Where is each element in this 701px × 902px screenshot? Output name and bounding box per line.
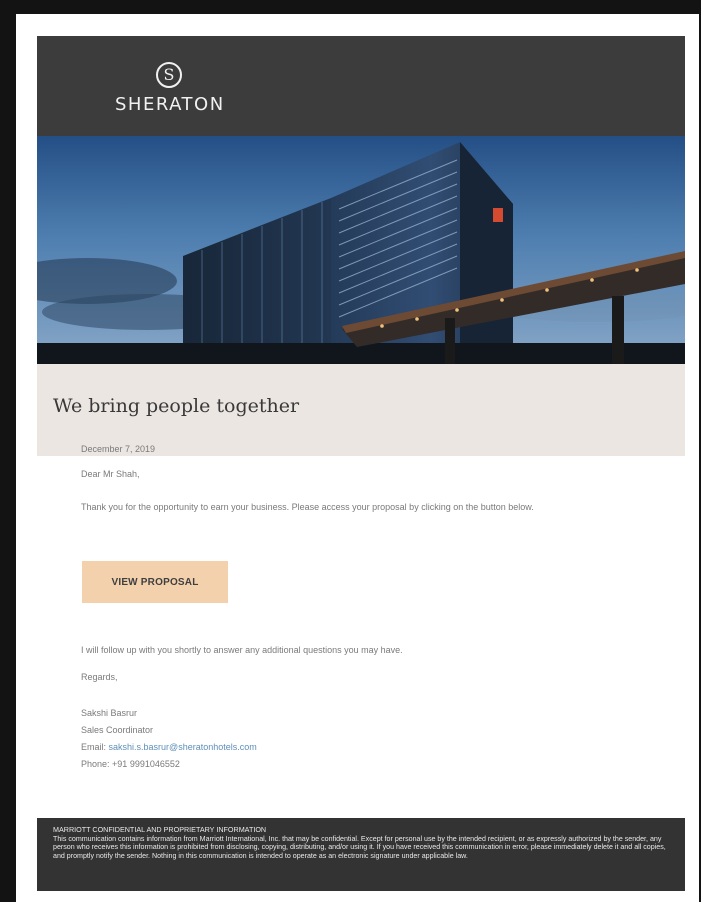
- signature-email-label: Email:: [81, 742, 107, 752]
- confidential-footer: MARRIOTT CONFIDENTIAL AND PROPRIETARY IN…: [37, 818, 685, 891]
- signature-phone-label: Phone:: [81, 759, 110, 769]
- email-date: December 7, 2019: [81, 444, 156, 454]
- hotel-hero-image: [37, 136, 685, 364]
- bridge-pillar: [445, 318, 455, 364]
- email-followup: I will follow up with you shortly to ans…: [81, 645, 403, 655]
- bridge-pillar: [612, 296, 624, 364]
- signature-phone: +91 9991046552: [112, 759, 180, 769]
- brand-name: SHERATON: [115, 94, 225, 115]
- signature-email-link[interactable]: sakshi.s.basrur@sheratonhotels.com: [109, 742, 257, 752]
- signature-name: Sakshi Basrur: [81, 708, 138, 718]
- signature-email-row: Email: sakshi.s.basrur@sheratonhotels.co…: [81, 739, 257, 756]
- email-header: S SHERATON: [37, 36, 685, 136]
- signature-phone-row: Phone: +91 9991046552: [81, 756, 257, 773]
- sheraton-logo-icon: S: [156, 62, 182, 88]
- signature-title: Sales Coordinator: [81, 725, 154, 735]
- footer-legal-text: This communication contains information …: [53, 834, 666, 861]
- hotel-photo-illustration: [37, 136, 685, 364]
- hotel-sign-icon: [493, 208, 503, 222]
- view-proposal-button[interactable]: VIEW PROPOSAL: [82, 561, 228, 603]
- footer-title: MARRIOTT CONFIDENTIAL AND PROPRIETARY IN…: [53, 825, 267, 834]
- signature-block: Sakshi Basrur Sales Coordinator Email: s…: [81, 705, 257, 773]
- tagline-text: We bring people together: [53, 395, 300, 417]
- tagline-banner: We bring people together: [37, 364, 685, 456]
- email-intro: Thank you for the opportunity to earn yo…: [81, 502, 534, 512]
- email-regards: Regards,: [81, 672, 118, 682]
- email-salutation: Dear Mr Shah,: [81, 469, 140, 479]
